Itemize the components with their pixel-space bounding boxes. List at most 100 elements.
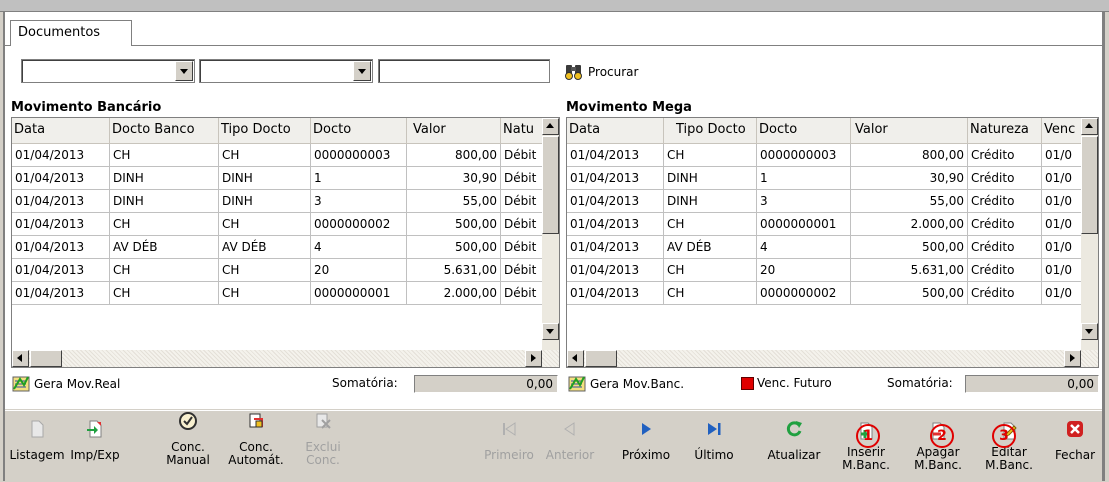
tab-documentos[interactable]: Documentos [10, 20, 132, 46]
cell-data: 01/04/2013 [12, 144, 110, 167]
cell-valor: 30,90 [407, 167, 501, 190]
cell-valor: 500,00 [407, 213, 501, 236]
table-row[interactable]: 01/04/2013 CH CH 0000000001 2.000,00 Déb… [12, 282, 543, 305]
movimento-mega-grid[interactable]: Data Tipo Docto Docto Valor Natureza Ven… [566, 117, 1099, 368]
table-row[interactable]: 01/04/2013 DINH 1 30,90 Crédito 01/0 [567, 167, 1082, 190]
conc-automat-label-2: Automát. [228, 453, 284, 467]
exclui-conc-button[interactable]: Exclui Conc. [297, 411, 349, 482]
cell-natureza: Crédito [968, 236, 1042, 259]
conc-automat-button[interactable]: Conc. Automát. [225, 411, 287, 482]
table-row[interactable]: 01/04/2013 DINH DINH 1 30,90 Débit [12, 167, 543, 190]
table-row[interactable]: 01/04/2013 DINH 3 55,00 Crédito 01/0 [567, 190, 1082, 213]
table-row[interactable]: 01/04/2013 DINH DINH 3 55,00 Débit [12, 190, 543, 213]
procurar-button[interactable]: Procurar [564, 61, 638, 83]
scroll-thumb[interactable] [585, 350, 617, 367]
editar-label-1: Editar [991, 445, 1027, 459]
document-icon [31, 420, 44, 438]
cell-data: 01/04/2013 [567, 213, 664, 236]
cell-docto: 0000000001 [311, 282, 407, 305]
clock-check-icon [179, 412, 197, 430]
filter-combo-1-dropdown-button[interactable] [175, 61, 193, 81]
column-header-docto[interactable]: Docto [311, 118, 407, 144]
cell-venc: 01/0 [1042, 236, 1082, 259]
movimento-mega-vscroll[interactable] [1081, 118, 1098, 350]
filter-combo-1[interactable] [21, 59, 195, 83]
cell-docto: 0000000002 [311, 213, 407, 236]
column-header-venc[interactable]: Venc [1042, 118, 1082, 144]
cell-natureza: Débit [501, 282, 543, 305]
filter-combo-2-dropdown-button[interactable] [353, 61, 371, 81]
cell-data: 01/04/2013 [12, 167, 110, 190]
cell-venc: 01/0 [1042, 213, 1082, 236]
gera-mov-banc-label: Gera Mov.Banc. [590, 377, 685, 391]
scroll-down-button[interactable] [542, 323, 559, 340]
fechar-button[interactable]: Fechar [1047, 411, 1103, 482]
table-row[interactable]: 01/04/2013 AV DÉB AV DÉB 4 500,00 Débit [12, 236, 543, 259]
movimento-bancario-hscroll[interactable] [12, 350, 559, 367]
anterior-button[interactable]: Anterior [541, 411, 599, 482]
table-row[interactable]: 01/04/2013 CH 20 5.631,00 Crédito 01/0 [567, 259, 1082, 282]
atualizar-label: Atualizar [767, 448, 821, 462]
cell-valor: 5.631,00 [851, 259, 968, 282]
proximo-label: Próximo [621, 448, 671, 462]
cell-tipo-docto: CH [664, 144, 757, 167]
cell-docto: 4 [757, 236, 851, 259]
conc-manual-button[interactable]: Conc. Manual [159, 411, 217, 482]
scroll-right-button[interactable] [1064, 350, 1081, 367]
movimento-mega-hscroll[interactable] [567, 350, 1098, 367]
scroll-thumb[interactable] [30, 350, 62, 367]
table-row[interactable]: 01/04/2013 CH CH 20 5.631,00 Débit [12, 259, 543, 282]
scroll-down-button[interactable] [1081, 323, 1098, 340]
proximo-button[interactable]: Próximo [619, 411, 673, 482]
imp-exp-button[interactable]: Imp/Exp [67, 411, 123, 482]
cell-docto: 3 [757, 190, 851, 213]
column-header-tipo-docto[interactable]: Tipo Docto [664, 118, 757, 144]
column-header-data[interactable]: Data [12, 118, 110, 144]
cell-natureza: Débit [501, 190, 543, 213]
cell-valor: 500,00 [407, 236, 501, 259]
table-row[interactable]: 01/04/2013 AV DÉB 4 500,00 Crédito 01/0 [567, 236, 1082, 259]
column-header-natureza[interactable]: Natu [501, 118, 543, 144]
somatoria-left-value: 0,00 [414, 375, 558, 393]
cell-docto-banco: CH [110, 213, 219, 236]
cell-docto: 3 [311, 190, 407, 213]
column-header-docto[interactable]: Docto [757, 118, 851, 144]
listagem-button[interactable]: Listagem [7, 411, 67, 482]
filter-combo-2[interactable] [199, 59, 373, 83]
cell-docto-banco: CH [110, 282, 219, 305]
scroll-up-button[interactable] [1081, 118, 1098, 135]
column-header-tipo-docto[interactable]: Tipo Docto [219, 118, 311, 144]
movimento-bancario-title: Movimento Bancário [11, 100, 162, 115]
cell-data: 01/04/2013 [567, 282, 664, 305]
cell-data: 01/04/2013 [12, 236, 110, 259]
movimento-bancario-vscroll[interactable] [542, 118, 559, 350]
search-input[interactable] [378, 59, 550, 83]
scroll-left-button[interactable] [12, 350, 29, 367]
table-row[interactable]: 01/04/2013 CH 0000000002 500,00 Crédito … [567, 282, 1082, 305]
scroll-thumb[interactable] [1081, 136, 1098, 234]
column-header-valor[interactable]: Valor [407, 118, 501, 144]
table-row[interactable]: 01/04/2013 CH 0000000003 800,00 Crédito … [567, 144, 1082, 167]
scroll-left-button[interactable] [567, 350, 584, 367]
table-row[interactable]: 01/04/2013 CH 0000000001 2.000,00 Crédit… [567, 213, 1082, 236]
column-header-valor[interactable]: Valor [851, 118, 968, 144]
movimento-bancario-grid[interactable]: Data Docto Banco Tipo Docto Docto Valor … [11, 117, 560, 368]
gera-mov-banc-button[interactable]: Gera Mov.Banc. [568, 375, 684, 393]
table-row[interactable]: 01/04/2013 CH CH 0000000002 500,00 Débit [12, 213, 543, 236]
column-header-natureza[interactable]: Natureza [968, 118, 1042, 144]
cell-tipo-docto: CH [219, 282, 311, 305]
column-header-data[interactable]: Data [567, 118, 664, 144]
scroll-up-button[interactable] [542, 118, 559, 135]
cell-venc: 01/0 [1042, 190, 1082, 213]
gera-mov-real-button[interactable]: Gera Mov.Real [12, 375, 120, 393]
cell-tipo-docto: CH [219, 259, 311, 282]
ultimo-button[interactable]: Último [691, 411, 737, 482]
close-icon [1067, 421, 1083, 437]
table-row[interactable]: 01/04/2013 CH CH 0000000003 800,00 Débit [12, 144, 543, 167]
atualizar-button[interactable]: Atualizar [762, 411, 826, 482]
column-header-docto-banco[interactable]: Docto Banco [110, 118, 219, 144]
primeiro-button[interactable]: Primeiro [479, 411, 539, 482]
scroll-thumb[interactable] [542, 136, 559, 234]
annotation-marker-2: 2 [930, 424, 954, 448]
scroll-right-button[interactable] [525, 350, 542, 367]
